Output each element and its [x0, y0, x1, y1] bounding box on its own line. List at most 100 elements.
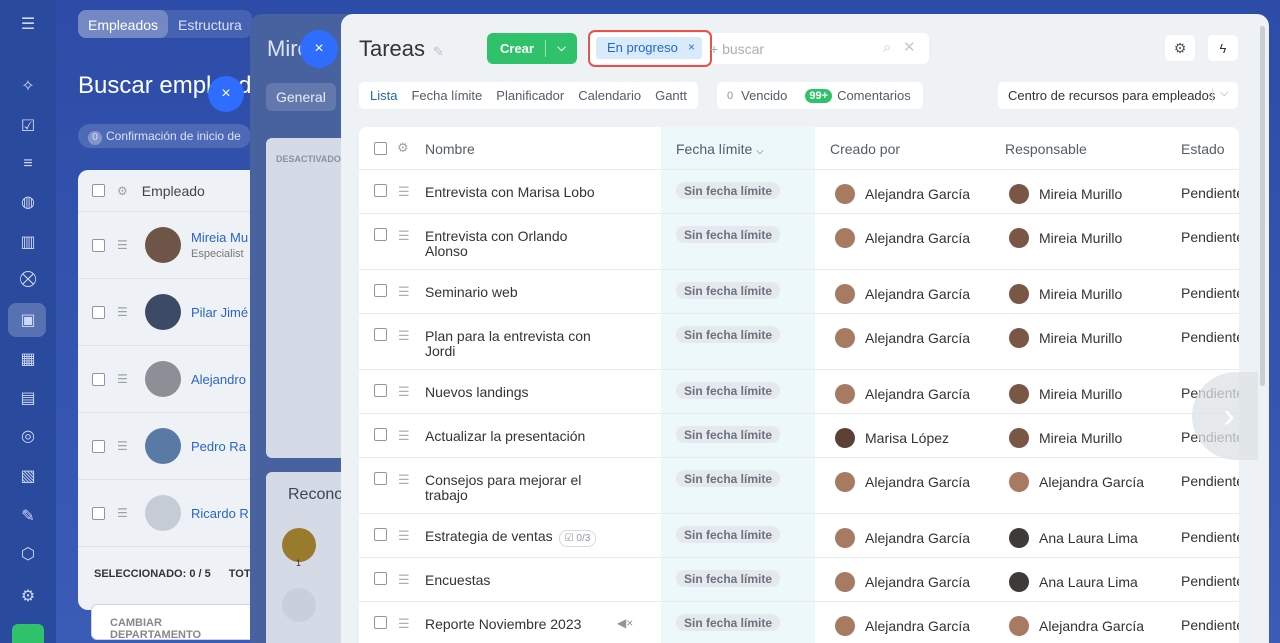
- drag-handle-icon[interactable]: ☰: [398, 528, 410, 544]
- onboarding-filter[interactable]: 0 Confirmación de inicio de: [78, 124, 251, 148]
- gear-icon[interactable]: ⚙: [397, 140, 409, 156]
- filter-chip[interactable]: En progreso ×: [596, 37, 702, 59]
- row-checkbox[interactable]: [374, 328, 387, 341]
- automation-button[interactable]: ϟ: [1208, 35, 1238, 61]
- drag-handle-icon[interactable]: ☰: [398, 284, 410, 300]
- drag-handle-icon[interactable]: ☰: [117, 506, 129, 520]
- responsible[interactable]: Mireia Murillo: [1009, 428, 1122, 448]
- row-checkbox[interactable]: [374, 228, 387, 241]
- task-name[interactable]: Reporte Noviembre 2023: [425, 617, 605, 632]
- task-name[interactable]: Entrevista con Orlando Alonso: [425, 229, 605, 259]
- creator[interactable]: Alejandra García: [835, 328, 970, 348]
- no-deadline-badge[interactable]: Sin fecha límite: [676, 470, 781, 487]
- creator[interactable]: Alejandra García: [835, 616, 970, 636]
- pen-icon[interactable]: ✎: [18, 506, 38, 526]
- row-checkbox[interactable]: [374, 572, 387, 585]
- comments-filter[interactable]: Comentarios: [837, 88, 911, 103]
- table-row[interactable]: ☰ Reporte Noviembre 2023 ◀× Sin fecha lí…: [359, 602, 1239, 643]
- chart-icon[interactable]: ▥: [18, 232, 38, 252]
- task-name[interactable]: Nuevos landings: [425, 385, 605, 400]
- task-name[interactable]: Encuestas: [425, 573, 605, 588]
- row-checkbox[interactable]: [374, 384, 387, 397]
- filter-icon[interactable]: ≡: [18, 154, 38, 174]
- table-row[interactable]: ☰ Estrategia de ventas ☑ 0/3 Sin fecha lí…: [359, 514, 1239, 558]
- id-card-icon[interactable]: ▣: [18, 310, 38, 330]
- drag-handle-icon[interactable]: ☰: [398, 472, 410, 488]
- task-name[interactable]: Estrategia de ventas ☑ 0/3: [425, 529, 625, 547]
- box-icon[interactable]: ⬡: [18, 544, 38, 564]
- drag-handle-icon[interactable]: ☰: [117, 439, 129, 453]
- robot-icon[interactable]: ◍: [18, 192, 38, 212]
- employee-name[interactable]: Ricardo R: [191, 506, 249, 521]
- overdue-filter[interactable]: Vencido: [741, 88, 787, 103]
- employee-name[interactable]: Mireia Mu: [191, 230, 248, 245]
- view-planner[interactable]: Planificador: [489, 88, 571, 103]
- gear-icon[interactable]: ⚙: [117, 184, 128, 198]
- resource-center-select[interactable]: Centro de recursos para empleados ⌵: [998, 82, 1238, 109]
- employee-name[interactable]: Pilar Jimé: [191, 305, 248, 320]
- search-icon[interactable]: ⌕: [883, 39, 891, 56]
- create-button[interactable]: Crear ⌵: [487, 33, 577, 64]
- no-deadline-badge[interactable]: Sin fecha límite: [676, 614, 781, 631]
- responsible[interactable]: Alejandra García: [1009, 616, 1144, 636]
- no-deadline-badge[interactable]: Sin fecha límite: [676, 326, 781, 343]
- target-icon[interactable]: ◎: [18, 426, 38, 446]
- creator[interactable]: Alejandra García: [835, 228, 970, 248]
- creator[interactable]: Alejandra García: [835, 528, 970, 548]
- no-deadline-badge[interactable]: Sin fecha límite: [676, 426, 781, 443]
- column-created-by[interactable]: Creado por: [830, 141, 900, 157]
- table-row[interactable]: ☰ Consejos para mejorar el trabajo Sin f…: [359, 458, 1239, 514]
- row-checkbox[interactable]: [374, 184, 387, 197]
- row-checkbox[interactable]: [92, 506, 105, 520]
- task-name[interactable]: Seminario web: [425, 285, 605, 300]
- close-icon[interactable]: ×: [688, 40, 695, 54]
- responsible[interactable]: Ana Laura Lima: [1009, 572, 1138, 592]
- document-icon[interactable]: ▧: [18, 466, 38, 486]
- rocket-icon[interactable]: [12, 624, 44, 643]
- mute-icon[interactable]: ◀×: [617, 616, 633, 630]
- cart-icon[interactable]: ⛒: [18, 270, 38, 290]
- drag-handle-icon[interactable]: ☰: [398, 572, 410, 588]
- row-checkbox[interactable]: [92, 238, 105, 252]
- change-department-button[interactable]: CAMBIAR DEPARTAMENTO: [91, 604, 261, 641]
- view-deadline[interactable]: Fecha límite: [404, 88, 489, 103]
- creator[interactable]: Alejandra García: [835, 572, 970, 592]
- creator[interactable]: Marisa López: [835, 428, 949, 448]
- creator[interactable]: Alejandra García: [835, 184, 970, 204]
- view-list[interactable]: Lista: [363, 88, 404, 103]
- table-row[interactable]: ☰ Actualizar la presentación Sin fecha l…: [359, 414, 1239, 458]
- drag-handle-icon[interactable]: ☰: [117, 305, 129, 319]
- drag-handle-icon[interactable]: ☰: [398, 328, 410, 344]
- calendar-icon[interactable]: ▦: [18, 349, 38, 369]
- building-icon[interactable]: ▤: [18, 388, 38, 408]
- responsible[interactable]: Mireia Murillo: [1009, 328, 1122, 348]
- no-deadline-badge[interactable]: Sin fecha límite: [676, 282, 781, 299]
- drag-handle-icon[interactable]: ☰: [398, 616, 410, 632]
- task-name[interactable]: Actualizar la presentación: [425, 429, 605, 444]
- responsible[interactable]: Alejandra García: [1009, 472, 1144, 492]
- scrollbar[interactable]: [1260, 26, 1265, 386]
- responsible[interactable]: Mireia Murillo: [1009, 228, 1122, 248]
- tab-employees[interactable]: Empleados: [78, 10, 169, 38]
- row-checkbox[interactable]: [374, 528, 387, 541]
- settings-icon[interactable]: ⚙: [18, 586, 38, 606]
- task-name[interactable]: Consejos para mejorar el trabajo: [425, 473, 605, 503]
- no-deadline-badge[interactable]: Sin fecha límite: [676, 226, 781, 243]
- responsible[interactable]: Mireia Murillo: [1009, 284, 1122, 304]
- puzzle-icon[interactable]: ✧: [18, 76, 38, 96]
- chevron-down-icon[interactable]: ⌵: [1220, 87, 1228, 100]
- close-icon[interactable]: ×: [300, 30, 338, 68]
- row-checkbox[interactable]: [374, 472, 387, 485]
- pin-icon[interactable]: ✎: [433, 44, 444, 60]
- create-button-label[interactable]: Crear: [487, 41, 545, 56]
- view-calendar[interactable]: Calendario: [571, 88, 648, 103]
- no-deadline-badge[interactable]: Sin fecha límite: [676, 570, 781, 587]
- drag-handle-icon[interactable]: ☰: [398, 184, 410, 200]
- search-bar[interactable]: En progreso × + buscar ⌕ ✕: [587, 30, 929, 67]
- search-input[interactable]: + buscar: [710, 41, 764, 57]
- tab-structure[interactable]: Estructura: [168, 10, 252, 38]
- table-row[interactable]: ☰ Entrevista con Orlando Alonso Sin fech…: [359, 214, 1239, 270]
- menu-icon[interactable]: ☰: [18, 14, 38, 34]
- drag-handle-icon[interactable]: ☰: [398, 428, 410, 444]
- row-checkbox[interactable]: [92, 372, 105, 386]
